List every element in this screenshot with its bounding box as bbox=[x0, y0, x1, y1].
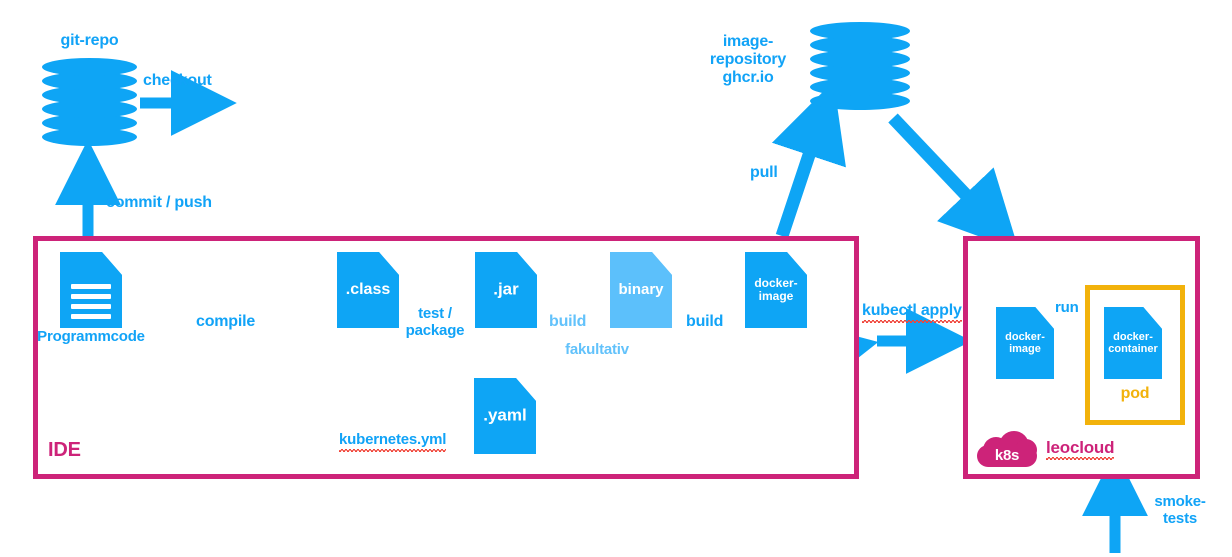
programmcode-document-icon bbox=[60, 252, 122, 328]
binary-file-icon: binary bbox=[610, 252, 672, 328]
build-image-label: build bbox=[686, 313, 724, 330]
leocloud-text: leocloud bbox=[1046, 438, 1115, 461]
checkout-label: checkout bbox=[143, 72, 212, 89]
yaml-file-icon: .yaml bbox=[474, 378, 536, 454]
kubernetes-yml-text: kubernetes.yml bbox=[339, 431, 447, 452]
ide-label: IDE bbox=[48, 439, 81, 461]
leocloud-label: leocloud bbox=[1046, 438, 1115, 461]
kubernetes-yml-label: kubernetes.yml bbox=[339, 431, 447, 452]
image-repository-label: image- repository ghcr.io bbox=[709, 33, 787, 86]
document-lines bbox=[71, 283, 111, 319]
docker-image-file-icon: docker- image bbox=[745, 252, 807, 328]
run-label: run bbox=[1055, 299, 1079, 316]
fakultativ-label: fakultativ bbox=[565, 341, 629, 358]
image-repository-cylinder-icon bbox=[810, 20, 910, 124]
docker-container-file-icon: docker- container bbox=[1104, 307, 1162, 379]
docker-image-cloud-text: docker- image bbox=[1005, 330, 1045, 355]
kubectl-apply-label: kubectl apply bbox=[862, 302, 962, 323]
jar-file-text: .jar bbox=[493, 279, 519, 299]
class-file-icon: .class bbox=[337, 252, 399, 328]
pull-label: pull bbox=[750, 164, 778, 181]
binary-file-text: binary bbox=[618, 280, 664, 298]
docker-image-file-text: docker- image bbox=[754, 275, 798, 303]
test-package-label: test / package bbox=[405, 305, 465, 339]
jar-file-icon: .jar bbox=[475, 252, 537, 328]
arrow-pull bbox=[771, 81, 846, 239]
pod-label: pod bbox=[1120, 385, 1150, 402]
k8s-cloud-icon: k8s bbox=[975, 431, 1039, 467]
arrow-repo-to-cloud bbox=[888, 113, 1019, 251]
docker-image-cloud-file-icon: docker- image bbox=[996, 307, 1054, 379]
yaml-file-text: .yaml bbox=[483, 405, 527, 425]
git-repo-label: git-repo bbox=[60, 32, 119, 49]
programmcode-label: Programmcode bbox=[37, 328, 145, 345]
compile-label: compile bbox=[196, 313, 256, 330]
kubectl-apply-text: kubectl apply bbox=[862, 302, 962, 323]
class-file-text: .class bbox=[345, 281, 391, 299]
diagram-canvas: git-repo image- repository ghcr.io Progr… bbox=[0, 0, 1232, 557]
git-repo-cylinder-icon bbox=[42, 56, 137, 160]
docker-container-text: docker- container bbox=[1108, 330, 1158, 355]
smoke-tests-label: smoke- tests bbox=[1154, 493, 1206, 527]
k8s-badge-text: k8s bbox=[994, 447, 1020, 464]
commit-push-label: commit / push bbox=[106, 194, 212, 211]
build-binary-label: build bbox=[549, 313, 587, 330]
